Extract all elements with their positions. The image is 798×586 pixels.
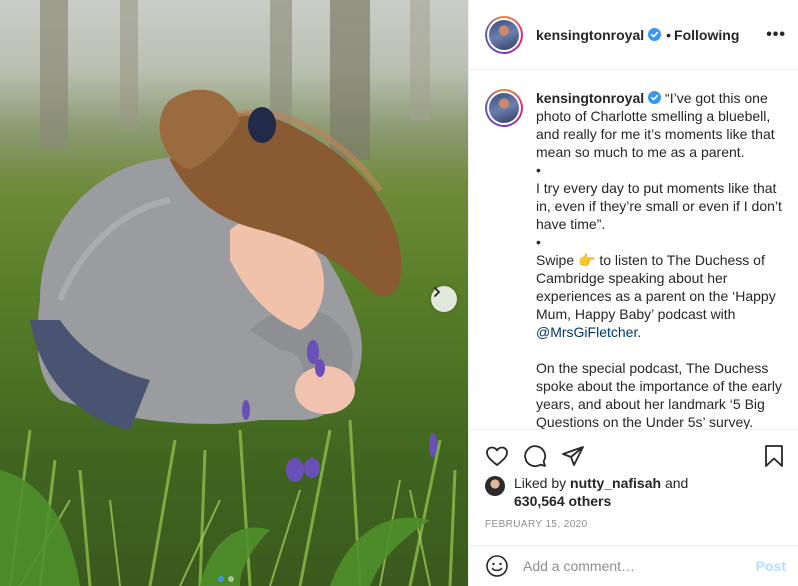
post-header: kensingtonroyal • Following ••• <box>469 0 798 70</box>
carousel-next-button[interactable] <box>431 286 457 312</box>
comment-button[interactable] <box>523 444 547 468</box>
share-icon <box>562 445 584 466</box>
caption-author-avatar[interactable] <box>485 89 523 127</box>
pointing-right-emoji-icon: 👉 <box>578 252 596 268</box>
liker-username[interactable]: nutty_nafisah <box>570 475 661 491</box>
comment-input[interactable] <box>523 558 733 574</box>
caption-paragraph: On the special podcast, The Duchess spok… <box>536 360 782 429</box>
caption-line: I try every day to put moments like that… <box>536 180 782 232</box>
likes-prefix: Liked by <box>514 475 567 491</box>
emoji-icon <box>486 555 508 577</box>
post-date[interactable]: FEBRUARY 15, 2020 <box>485 519 588 530</box>
emoji-picker-button[interactable] <box>485 554 509 578</box>
heart-icon <box>486 446 508 466</box>
caption-body: kensingtonroyal “I’ve got this one photo… <box>536 89 782 429</box>
author-avatar[interactable] <box>485 15 523 54</box>
add-comment-bar: Post <box>469 545 798 586</box>
share-button[interactable] <box>561 444 585 468</box>
caption-punctuation: . <box>637 324 642 340</box>
caption-swipe-prefix: Swipe <box>536 252 575 268</box>
likes-count-link[interactable]: 630,564 others <box>514 493 611 509</box>
author-username[interactable]: kensingtonroyal <box>536 27 644 43</box>
liker-avatar[interactable] <box>485 476 505 496</box>
mention-link[interactable]: @MrsGiFletcher <box>536 324 637 340</box>
save-button[interactable] <box>762 444 786 468</box>
carousel-dots <box>218 576 234 582</box>
post-photo[interactable] <box>0 0 468 586</box>
comments-scroll-area[interactable]: kensingtonroyal “I’ve got this one photo… <box>469 71 798 429</box>
post-caption: kensingtonroyal “I’ve got this one photo… <box>485 89 782 429</box>
caption-bullet: • <box>536 234 541 250</box>
photo-illustration <box>0 0 457 586</box>
bookmark-icon <box>765 444 783 467</box>
header-separator: • <box>666 26 672 43</box>
carousel-dot <box>228 576 234 582</box>
verified-badge-icon <box>648 91 662 104</box>
following-button[interactable]: Following <box>674 27 739 43</box>
chevron-right-icon <box>434 287 440 297</box>
post-side-panel: kensingtonroyal • Following ••• kensingt… <box>468 0 798 586</box>
verified-badge-icon <box>648 28 662 41</box>
likes-and: and <box>664 475 689 491</box>
likes-summary: Liked by nutty_nafisah and 630,564 other… <box>485 474 688 510</box>
post-comment-button[interactable]: Post <box>756 558 786 574</box>
carousel-dot-active <box>218 576 224 582</box>
more-options-button[interactable]: ••• <box>766 26 786 44</box>
caption-bullet: • <box>536 162 541 178</box>
comment-icon <box>524 444 547 467</box>
like-button[interactable] <box>485 444 509 468</box>
caption-username[interactable]: kensingtonroyal <box>536 90 644 106</box>
